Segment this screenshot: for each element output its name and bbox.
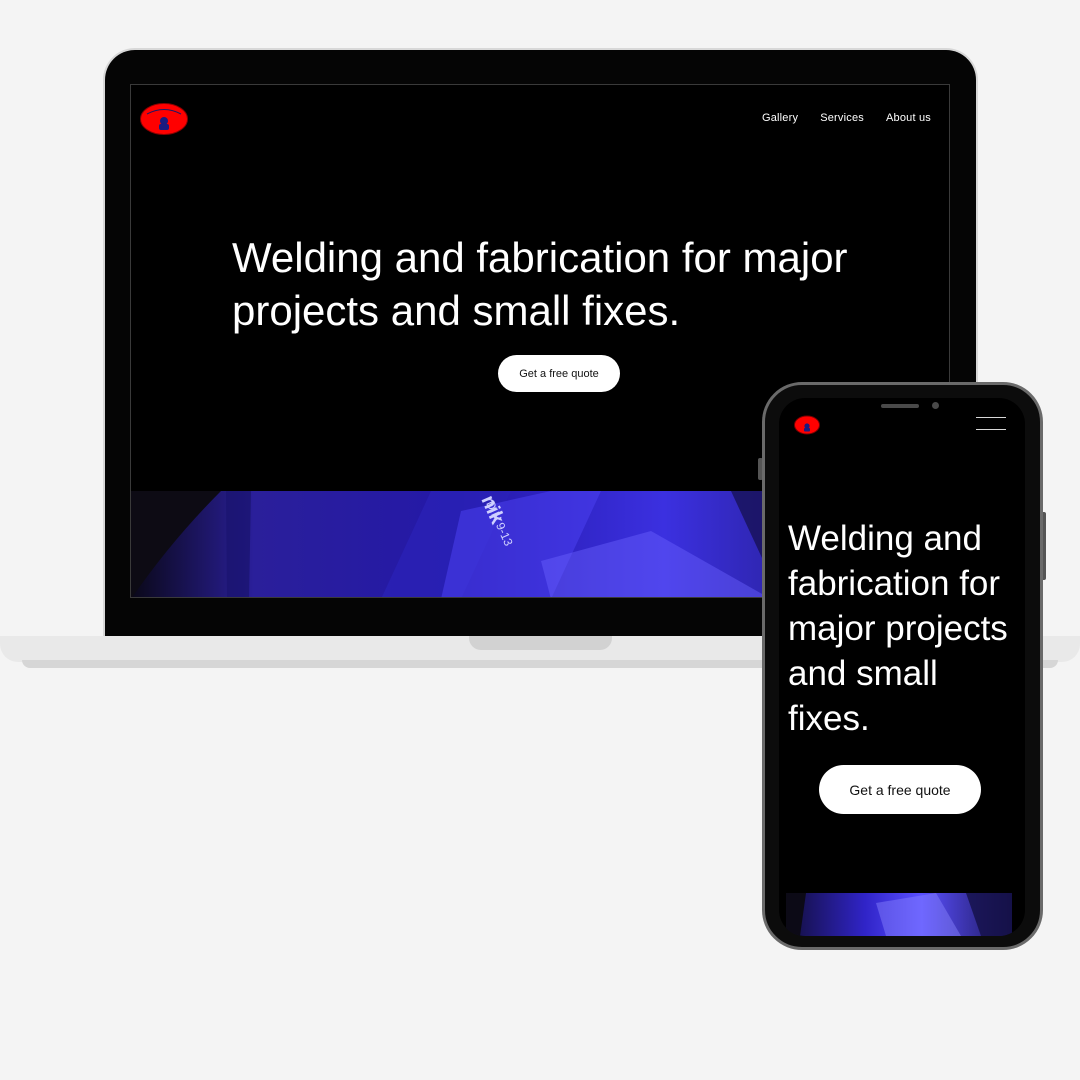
mobile-get-quote-button[interactable]: Get a free quote bbox=[819, 765, 981, 814]
nav-about-link[interactable]: About us bbox=[886, 112, 931, 124]
mobile-website: Welding and fabrication for major projec… bbox=[779, 398, 1025, 936]
nav-services-link[interactable]: Services bbox=[820, 112, 864, 124]
logo-icon[interactable] bbox=[138, 101, 190, 137]
mobile-welding-photo bbox=[786, 893, 1012, 936]
phone-camera bbox=[932, 402, 939, 409]
desktop-nav: Gallery Services About us bbox=[762, 112, 931, 124]
mobile-logo-icon[interactable] bbox=[794, 415, 820, 435]
mobile-hero-title: Welding and fabrication for major projec… bbox=[788, 519, 1008, 738]
hamburger-icon[interactable] bbox=[976, 415, 1008, 433]
mobile-hero-photo bbox=[786, 893, 1012, 936]
nav-gallery-link[interactable]: Gallery bbox=[762, 112, 798, 124]
hero-title: Welding and fabrication for major projec… bbox=[232, 234, 848, 334]
phone-speaker bbox=[881, 404, 919, 408]
laptop-notch bbox=[469, 636, 612, 650]
get-quote-button[interactable]: Get a free quote bbox=[498, 355, 620, 392]
